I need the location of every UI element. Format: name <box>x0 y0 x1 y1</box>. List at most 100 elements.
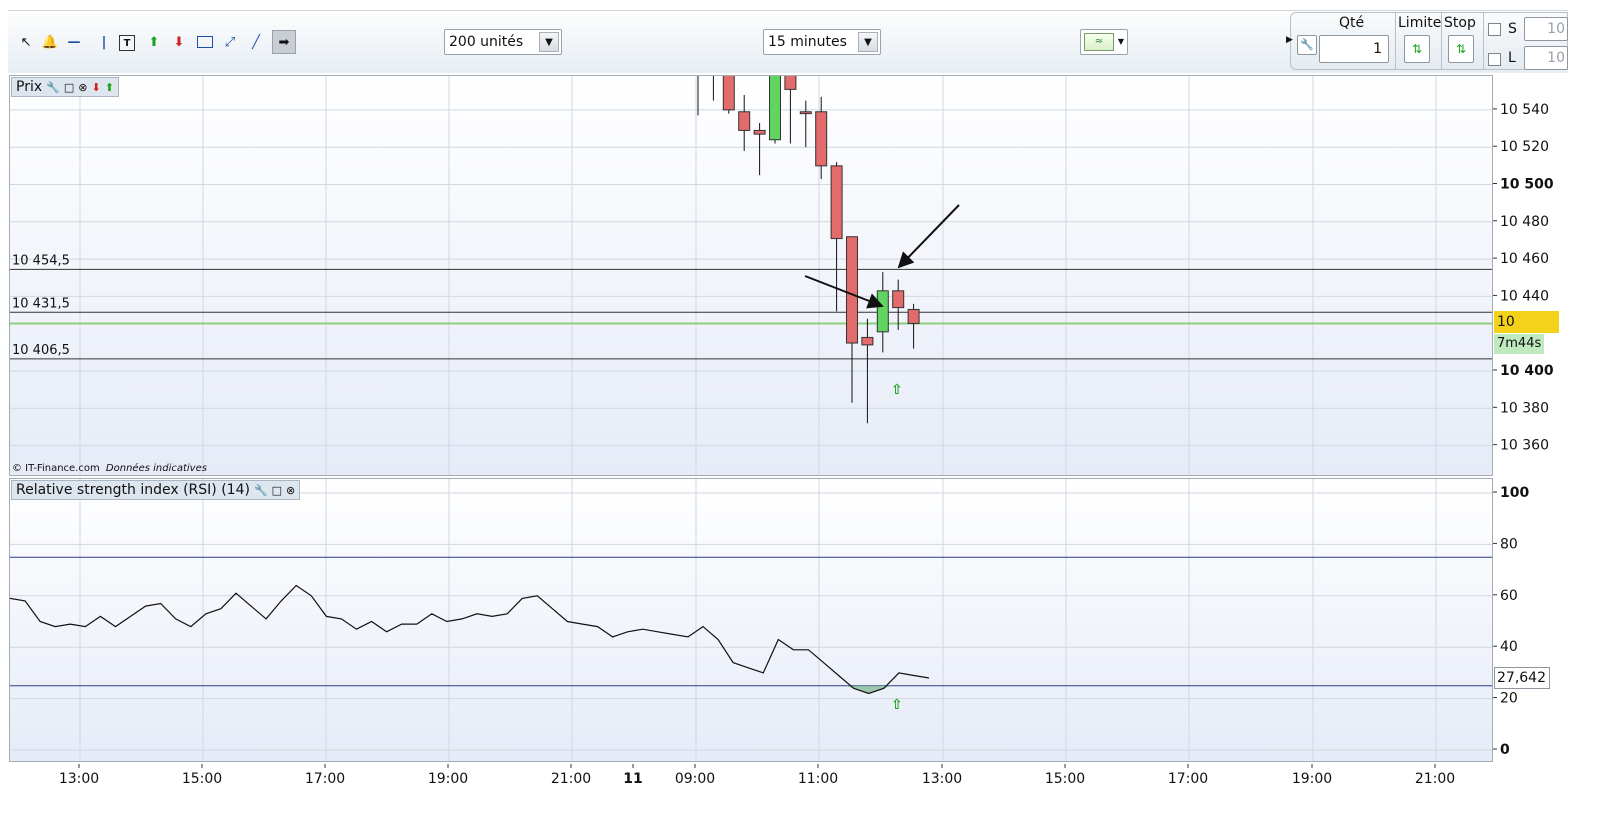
order-panel: ▶ 🔧 Qté 1 Limite ⇅ Stop ⇅ S 10 L 10 <box>1286 12 1568 70</box>
horizontal-line-icon[interactable]: — <box>64 31 84 53</box>
candle-timer: 7m44s <box>1494 334 1544 354</box>
divider <box>1441 13 1442 69</box>
wrench-icon[interactable]: 🔧 <box>46 81 60 94</box>
level-label: 10 454,5 <box>12 253 70 268</box>
rsi-tick-label: 60 <box>1500 588 1518 604</box>
price-pane-title-text: Prix <box>16 79 43 95</box>
candle <box>876 290 889 333</box>
divider <box>1483 13 1484 69</box>
candle <box>738 111 751 131</box>
text-icon[interactable]: T <box>119 35 135 51</box>
move-up-icon[interactable]: ⬆ <box>105 81 114 94</box>
time-tick-label: 21:00 <box>1415 771 1455 787</box>
current-price-badge: 10 425,5 <box>1494 311 1559 352</box>
price-tick-label: 10 360 <box>1500 438 1549 454</box>
interval-select[interactable]: 15 minutes ▼ <box>763 29 881 55</box>
time-tick-label: 17:00 <box>1168 771 1208 787</box>
stop-order-button[interactable]: ⇅ <box>1448 35 1474 63</box>
rsi-tick-label: 40 <box>1500 639 1518 655</box>
price-pane[interactable]: 10 454,5 10 431,5 10 406,5 ⇧ Prix 🔧 □ ⊗ ⬇ ⬆… <box>9 75 1493 476</box>
cursor-icon[interactable]: ↖ <box>16 31 36 53</box>
candle <box>784 76 797 90</box>
price-chart[interactable]: 10 454,5 10 431,5 10 406,5 ⇧ <box>10 76 1492 475</box>
sell-checkbox[interactable] <box>1488 23 1501 36</box>
candle <box>815 111 828 167</box>
level-label: 10 406,5 <box>12 343 70 358</box>
limit-label: Limite <box>1398 15 1442 31</box>
time-tick-label: 13:00 <box>59 771 99 787</box>
maximize-icon[interactable]: □ <box>64 81 74 94</box>
chevron-down-icon[interactable]: ▼ <box>1118 37 1124 46</box>
buy-arrow-icon[interactable]: ⬆ <box>144 31 164 53</box>
buy-price-input[interactable]: 10 <box>1524 46 1568 70</box>
time-tick-label: 19:00 <box>428 771 468 787</box>
divider <box>1395 13 1396 69</box>
price-tick-label: 10 460 <box>1500 251 1549 267</box>
candle <box>722 76 735 111</box>
time-tick-label: 11:00 <box>798 771 838 787</box>
time-tick-label: 15:00 <box>1045 771 1085 787</box>
time-tick-label: 15:00 <box>182 771 222 787</box>
chevron-down-icon[interactable]: ▼ <box>539 32 559 52</box>
rsi-pane-title: Relative strength index (RSI) (14) 🔧 □ ⊗ <box>11 480 301 500</box>
move-down-icon[interactable]: ⬇ <box>91 81 100 94</box>
price-tick-label: 10 400 <box>1500 363 1554 379</box>
units-select-value: 200 unités <box>449 34 524 50</box>
arrow-right-icon[interactable]: ➡ <box>272 30 296 54</box>
candle <box>861 336 874 346</box>
buy-checkbox[interactable] <box>1488 53 1501 66</box>
rsi-pane[interactable]: ⇧ Relative strength index (RSI) (14) 🔧 □… <box>9 478 1493 762</box>
level-label: 10 431,5 <box>12 296 70 311</box>
candle <box>799 111 812 115</box>
rectangle-icon[interactable] <box>195 31 215 53</box>
sell-label: S <box>1508 21 1517 37</box>
candle <box>892 290 905 309</box>
candle <box>846 236 858 344</box>
time-tick-label: 21:00 <box>551 771 591 787</box>
stop-label: Stop <box>1444 15 1476 31</box>
alert-bell-icon[interactable]: 🔔 <box>40 31 60 53</box>
time-tick-label: 13:00 <box>922 771 962 787</box>
vertical-line-icon[interactable]: | <box>94 31 114 53</box>
time-tick-label: 17:00 <box>305 771 345 787</box>
wrench-icon[interactable]: 🔧 <box>254 484 268 497</box>
rsi-pane-title-text: Relative strength index (RSI) (14) <box>16 482 250 498</box>
rsi-tick-label: 100 <box>1500 485 1529 501</box>
qty-input[interactable]: 1 <box>1319 35 1389 63</box>
rsi-chart[interactable]: ⇧ <box>10 479 1492 761</box>
disclaimer-text: Données indicatives <box>105 463 207 474</box>
annotation-arrow <box>804 275 884 309</box>
price-pane-title: Prix 🔧 □ ⊗ ⬇ ⬆ <box>11 77 119 97</box>
price-tick-label: 10 500 <box>1500 177 1554 193</box>
price-tick-label: 10 520 <box>1500 139 1549 155</box>
close-icon[interactable]: ⊗ <box>286 484 295 497</box>
candle <box>753 129 766 135</box>
time-tick-label: 09:00 <box>675 771 715 787</box>
sell-price-input[interactable]: 10 <box>1524 17 1568 41</box>
indicator-button[interactable]: ≈ ▼ <box>1080 29 1128 55</box>
limit-order-button[interactable]: ⇅ <box>1404 35 1430 63</box>
fibonacci-icon[interactable]: ⤢ <box>220 31 240 53</box>
trendline-icon[interactable]: ╱ <box>246 31 266 53</box>
buy-label: L <box>1508 50 1516 66</box>
copyright-note: © IT-Finance.com Données indicatives <box>12 463 207 474</box>
rsi-tick-label: 20 <box>1500 691 1518 707</box>
price-tick-label: 10 540 <box>1500 102 1549 118</box>
wrench-icon[interactable]: 🔧 <box>1297 35 1317 55</box>
rsi-tick-label: 80 <box>1500 536 1518 552</box>
buy-signal-icon: ⇧ <box>891 382 903 398</box>
sell-arrow-icon[interactable]: ⬇ <box>169 31 189 53</box>
copyright-text: © IT-Finance.com <box>12 463 100 474</box>
collapse-arrow-icon[interactable]: ▶ <box>1286 35 1293 45</box>
time-tick-label: 19:00 <box>1292 771 1332 787</box>
time-axis: 13:00 15:00 17:00 19:00 21:00 11 09:00 11:00 13:… <box>59 764 1455 787</box>
price-tick-label: 10 480 <box>1500 214 1549 230</box>
price-tick-label: 10 440 <box>1500 288 1549 304</box>
chevron-down-icon[interactable]: ▼ <box>858 32 878 52</box>
chart-indicator-icon: ≈ <box>1084 33 1114 51</box>
candle <box>830 165 843 240</box>
units-select[interactable]: 200 unités ▼ <box>444 29 562 55</box>
annotation-arrow <box>897 204 960 269</box>
close-icon[interactable]: ⊗ <box>78 81 87 94</box>
maximize-icon[interactable]: □ <box>272 484 282 497</box>
